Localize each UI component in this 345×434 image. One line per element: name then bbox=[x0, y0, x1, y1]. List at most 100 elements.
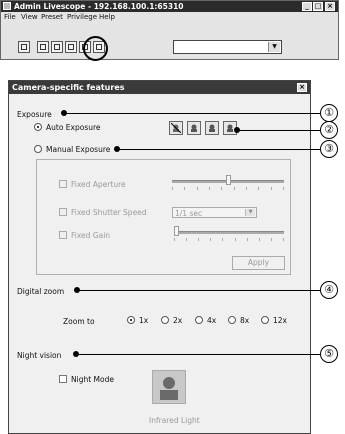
slider-tick bbox=[184, 187, 185, 190]
app-title-bar: Admin Livescope - 192.168.100.1:65310 _ … bbox=[1, 1, 338, 12]
gain-slider-ticks bbox=[174, 238, 284, 242]
menu-preset[interactable]: Preset bbox=[41, 13, 63, 21]
manual-exposure-radio[interactable] bbox=[34, 145, 42, 153]
menu-help[interactable]: Help bbox=[99, 13, 115, 21]
shutter-speed-select[interactable]: 1/1 sec ▼ bbox=[172, 207, 257, 218]
manual-exposure-label: Manual Exposure bbox=[46, 145, 111, 154]
person-icon bbox=[191, 124, 197, 132]
apply-button[interactable]: Apply bbox=[232, 256, 285, 270]
app-title: Admin Livescope - 192.168.100.1:65310 bbox=[14, 2, 184, 11]
slider-tick bbox=[210, 238, 211, 241]
dialog-title: Camera-specific features bbox=[12, 83, 125, 92]
slider-tick bbox=[174, 238, 175, 241]
zoom-2x-label: 2x bbox=[173, 316, 183, 325]
zoom-4x-radio[interactable] bbox=[195, 316, 203, 324]
zoom-4x-label: 4x bbox=[207, 316, 217, 325]
night-mode-checkbox[interactable] bbox=[59, 375, 67, 383]
aperture-slider-ticks bbox=[172, 187, 284, 191]
slider-tick bbox=[258, 187, 259, 190]
maximize-button[interactable]: □ bbox=[313, 2, 323, 11]
zoom-8x-radio[interactable] bbox=[228, 316, 236, 324]
zoom-12x-label: 12x bbox=[273, 316, 287, 325]
callout-4: ④ bbox=[320, 281, 338, 299]
slider-tick bbox=[209, 187, 210, 190]
slider-tick bbox=[271, 238, 272, 241]
record-icon bbox=[54, 44, 60, 50]
infrared-light-label: Infrared Light bbox=[149, 416, 200, 425]
slider-tick bbox=[235, 238, 236, 241]
night-vision-group-label: Night vision bbox=[17, 351, 62, 360]
callout-line-5 bbox=[76, 354, 320, 355]
fixed-gain-checkbox[interactable] bbox=[59, 231, 67, 239]
menu-bar: File View Preset Privilege Help bbox=[1, 12, 338, 23]
fixed-shutter-checkbox[interactable] bbox=[59, 208, 67, 216]
slider-tick bbox=[247, 238, 248, 241]
dialog-close-button[interactable]: × bbox=[297, 83, 307, 92]
exposure-preset-2-button[interactable] bbox=[205, 121, 219, 135]
close-button[interactable]: × bbox=[325, 2, 335, 11]
gain-slider-thumb[interactable] bbox=[174, 226, 179, 236]
slider-tick bbox=[172, 187, 173, 190]
zoom-12x-radio[interactable] bbox=[261, 316, 269, 324]
snapshot-button[interactable] bbox=[37, 41, 49, 53]
slider-tick bbox=[246, 187, 247, 190]
person-icon bbox=[209, 124, 215, 132]
exposure-off-icon bbox=[171, 123, 181, 133]
slider-tick bbox=[197, 187, 198, 190]
exposure-preset-1-button[interactable] bbox=[187, 121, 201, 135]
fixed-shutter-label: Fixed Shutter Speed bbox=[71, 208, 147, 217]
zoom-1x-label: 1x bbox=[139, 316, 149, 325]
menu-view[interactable]: View bbox=[21, 13, 38, 21]
minimize-button[interactable]: _ bbox=[302, 2, 312, 11]
zoom-8x-label: 8x bbox=[240, 316, 250, 325]
chevron-down-icon[interactable]: ▼ bbox=[245, 209, 255, 216]
preset-combo[interactable]: ▼ bbox=[173, 40, 282, 54]
highlight-circle bbox=[83, 36, 108, 61]
zoom-to-label: Zoom to bbox=[63, 317, 95, 326]
fixed-aperture-checkbox[interactable] bbox=[59, 180, 67, 188]
fixed-aperture-label: Fixed Aperture bbox=[71, 180, 126, 189]
callout-line-2 bbox=[237, 130, 320, 131]
callout-line-4 bbox=[77, 290, 320, 291]
slider-tick bbox=[271, 187, 272, 190]
infrared-light-button[interactable] bbox=[152, 370, 186, 404]
slider-tick bbox=[222, 238, 223, 241]
fixed-gain-label: Fixed Gain bbox=[71, 231, 111, 240]
stop-icon bbox=[21, 44, 27, 50]
zoom-1x-radio[interactable] bbox=[127, 316, 135, 324]
slider-tick bbox=[186, 238, 187, 241]
zoom-2x-radio[interactable] bbox=[161, 316, 169, 324]
pan-tilt-button[interactable] bbox=[65, 41, 77, 53]
night-mode-label: Night Mode bbox=[71, 375, 114, 384]
callout-2: ② bbox=[320, 121, 338, 139]
stop-button[interactable] bbox=[18, 41, 30, 53]
digital-zoom-group-label: Digital zoom bbox=[17, 287, 65, 296]
exposure-group-label: Exposure bbox=[17, 110, 52, 119]
infrared-person-icon bbox=[153, 371, 185, 403]
toolbar: ▼ bbox=[1, 24, 338, 58]
slider-tick bbox=[259, 238, 260, 241]
dialog-title-bar: Camera-specific features × bbox=[9, 81, 310, 94]
shutter-speed-value: 1/1 sec bbox=[175, 209, 203, 218]
record-button[interactable] bbox=[51, 41, 63, 53]
callout-line-1 bbox=[64, 113, 320, 114]
auto-exposure-label: Auto Exposure bbox=[46, 123, 101, 132]
callout-3: ③ bbox=[320, 140, 338, 158]
callout-1: ① bbox=[320, 104, 338, 122]
menu-file[interactable]: File bbox=[4, 13, 16, 21]
app-window: Admin Livescope - 192.168.100.1:65310 _ … bbox=[0, 0, 339, 60]
pan-tilt-icon bbox=[68, 44, 74, 50]
exposure-off-button[interactable] bbox=[169, 121, 183, 135]
snapshot-icon bbox=[40, 44, 46, 50]
slider-tick bbox=[234, 187, 235, 190]
menu-privilege[interactable]: Privilege bbox=[67, 13, 97, 21]
slider-tick bbox=[198, 238, 199, 241]
aperture-slider-thumb[interactable] bbox=[226, 175, 231, 185]
slider-tick bbox=[283, 238, 284, 241]
slider-tick bbox=[283, 187, 284, 190]
chevron-down-icon[interactable]: ▼ bbox=[268, 42, 280, 52]
auto-exposure-radio[interactable] bbox=[34, 123, 42, 131]
gain-slider[interactable] bbox=[174, 231, 284, 234]
slider-tick bbox=[221, 187, 222, 190]
app-icon bbox=[3, 2, 11, 10]
